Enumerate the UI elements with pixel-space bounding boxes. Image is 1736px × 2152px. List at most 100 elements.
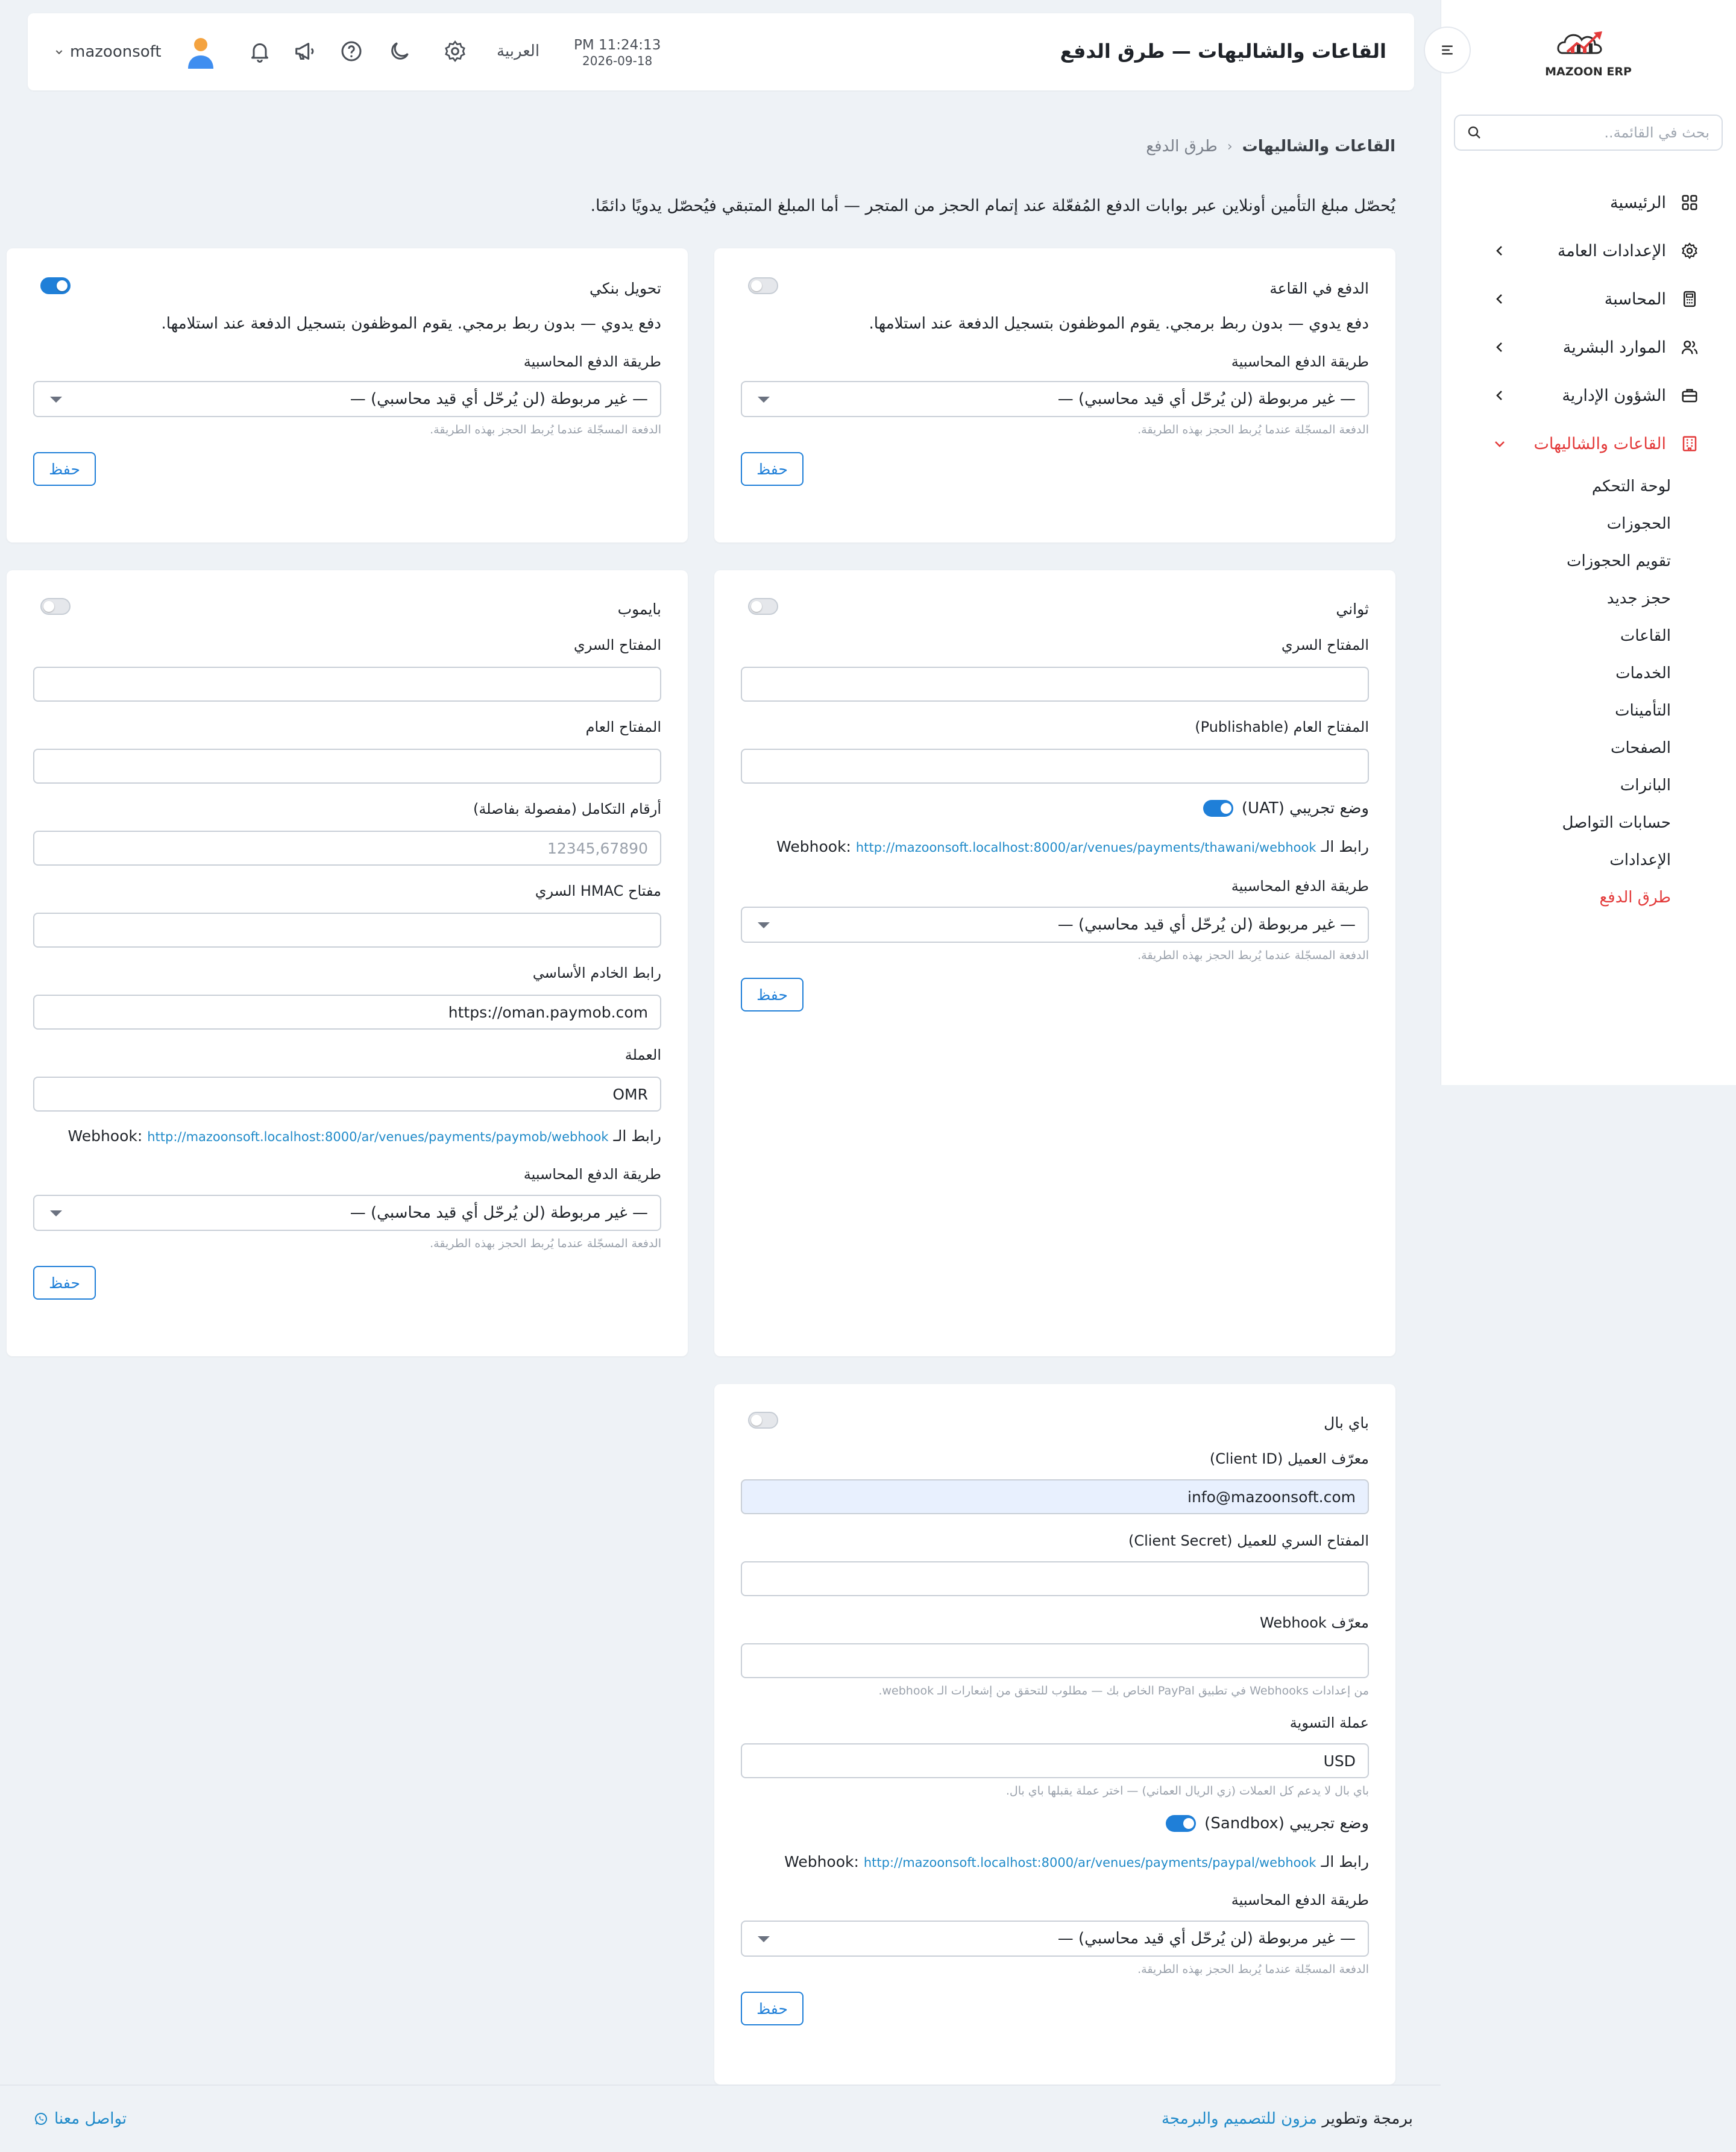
account-method-help: الدفعة المسجّلة عندما يُربط الحجز بهذه ا… <box>1137 1963 1369 1976</box>
sidebar-item-home[interactable]: الرئيسية <box>1441 178 1736 227</box>
test-mode-switch[interactable]: وضع تجريبي (UAT) <box>1203 799 1369 817</box>
user-menu[interactable]: mazoonsoft <box>54 35 217 69</box>
currency-input[interactable]: USD <box>741 1743 1369 1778</box>
account-method-help: الدفعة المسجّلة عندما يُربط الحجز بهذه ا… <box>1137 423 1369 436</box>
test-mode-switch[interactable]: وضع تجريبي (Sandbox) <box>1166 1814 1369 1833</box>
account-method-select[interactable]: — غير مربوطة (لن يُرحّل أي قيد محاسبي) — <box>741 1921 1369 1957</box>
settings-icon[interactable] <box>441 37 469 65</box>
integration-ids-label: أرقام التكامل (مفصولة بفاصلة) <box>473 801 661 817</box>
sidebar-item-label: الرئيسية <box>1610 193 1666 212</box>
breadcrumb: القاعات والشاليهات ‹ طرق الدفع <box>1146 137 1395 156</box>
sidebar-toggle-button[interactable] <box>1424 27 1471 74</box>
intro-text: يُحصّل مبلغ التأمين أونلاين عبر بوابات ا… <box>590 197 1395 215</box>
client-id-input[interactable]: info@mazoonsoft.com <box>741 1479 1369 1514</box>
breadcrumb-parent[interactable]: القاعات والشاليهات <box>1242 137 1395 156</box>
save-button[interactable]: حفظ <box>741 978 804 1012</box>
webhook-url[interactable]: http://mazoonsoft.localhost:8000/ar/venu… <box>856 840 1316 855</box>
enable-toggle[interactable] <box>40 598 71 615</box>
card-description: دفع يدوي — بدون ربط برمجي. يقوم الموظفون… <box>869 315 1369 333</box>
sidebar-menu: الرئيسية الإعدادات العامة المحاسبة الموا… <box>1441 178 1736 916</box>
submenu-item-calendar[interactable]: تقويم الحجوزات <box>1441 543 1671 580</box>
enable-toggle[interactable] <box>748 598 778 615</box>
calculator-icon <box>1679 289 1700 309</box>
save-button[interactable]: حفظ <box>741 1992 804 2025</box>
account-method-select[interactable]: — غير مربوطة (لن يُرحّل أي قيد محاسبي) — <box>33 1195 661 1231</box>
enable-toggle[interactable] <box>748 1412 778 1429</box>
venues-submenu: لوحة التحكم الحجوزات تقويم الحجوزات حجز … <box>1441 468 1736 916</box>
sidebar-item-admin[interactable]: الشؤون الإدارية <box>1441 371 1736 420</box>
submenu-item-settings[interactable]: الإعدادات <box>1441 842 1671 879</box>
help-icon[interactable] <box>338 37 365 65</box>
brand-logo[interactable]: MAZOON ERP <box>1537 27 1640 84</box>
enable-toggle[interactable] <box>40 277 71 294</box>
sidebar-item-label: الإعدادات العامة <box>1557 241 1666 260</box>
base-url-input[interactable]: https://oman.paymob.com <box>33 995 661 1030</box>
submenu-item-dashboard[interactable]: لوحة التحكم <box>1441 468 1671 505</box>
submenu-item-bookings[interactable]: الحجوزات <box>1441 505 1671 543</box>
account-method-label: طريقة الدفع المحاسبية <box>523 353 661 370</box>
submenu-item-payment-methods[interactable]: طرق الدفع <box>1441 879 1671 916</box>
language-switcher[interactable]: العربية <box>497 42 539 60</box>
sidebar-search[interactable] <box>1454 115 1723 151</box>
building-icon <box>1679 433 1700 454</box>
caret-down-icon <box>50 1210 62 1216</box>
test-mode-label: وضع تجريبي (UAT) <box>1241 799 1369 817</box>
secret-key-label: المفتاح السري <box>573 637 661 653</box>
card-title: الدفع في القاعة <box>1269 280 1369 297</box>
moon-icon[interactable] <box>386 37 414 65</box>
secret-key-input[interactable] <box>33 667 661 702</box>
client-secret-input[interactable] <box>741 1561 1369 1596</box>
webhook-line: رابط الـ Webhook: http://mazoonsoft.loca… <box>68 1127 661 1145</box>
card-thawani: ثواني المفتاح السري المفتاح العام (Publi… <box>714 570 1395 1356</box>
chevron-down-icon <box>1495 441 1505 447</box>
account-method-select[interactable]: — غير مربوطة (لن يُرحّل أي قيد محاسبي) — <box>741 381 1369 417</box>
avatar <box>187 38 213 69</box>
save-button[interactable]: حفظ <box>33 1266 96 1300</box>
submenu-item-banners[interactable]: البانرات <box>1441 767 1671 804</box>
webhook-url[interactable]: http://mazoonsoft.localhost:8000/ar/venu… <box>864 1855 1316 1870</box>
submenu-item-deposits[interactable]: التأمينات <box>1441 692 1671 729</box>
users-icon <box>1679 337 1700 357</box>
chevron-left-icon <box>1496 294 1502 304</box>
submenu-item-services[interactable]: الخدمات <box>1441 655 1671 692</box>
webhook-id-label: معرّف Webhook <box>1260 1614 1369 1631</box>
whatsapp-icon <box>35 2113 47 2125</box>
account-method-select[interactable]: — غير مربوطة (لن يُرحّل أي قيد محاسبي) — <box>741 907 1369 943</box>
test-mode-toggle[interactable] <box>1166 1815 1197 1832</box>
submenu-item-halls[interactable]: القاعات <box>1441 617 1671 655</box>
sidebar-item-accounting[interactable]: المحاسبة <box>1441 275 1736 323</box>
webhook-url[interactable]: http://mazoonsoft.localhost:8000/ar/venu… <box>147 1130 608 1144</box>
currency-input[interactable]: OMR <box>33 1077 661 1112</box>
footer-company-link[interactable]: مزون للتصميم والبرمجة <box>1162 2110 1317 2128</box>
public-key-input[interactable] <box>741 749 1369 784</box>
caret-down-icon <box>758 397 770 403</box>
submenu-item-new-booking[interactable]: حجز جديد <box>1441 580 1671 617</box>
save-button[interactable]: حفظ <box>741 452 804 486</box>
submenu-item-pages[interactable]: الصفحات <box>1441 729 1671 767</box>
briefcase-icon <box>1679 385 1700 406</box>
card-description: دفع يدوي — بدون ربط برمجي. يقوم الموظفون… <box>161 315 661 333</box>
client-id-label: معرّف العميل (Client ID) <box>1209 1450 1369 1467</box>
public-key-input[interactable] <box>33 749 661 784</box>
account-method-select[interactable]: — غير مربوطة (لن يُرحّل أي قيد محاسبي) — <box>33 381 661 417</box>
submenu-item-social[interactable]: حسابات التواصل <box>1441 804 1671 842</box>
webhook-id-input[interactable] <box>741 1643 1369 1678</box>
save-button[interactable]: حفظ <box>33 452 96 486</box>
megaphone-icon[interactable] <box>291 37 318 65</box>
sidebar-search-input[interactable] <box>1482 124 1709 141</box>
contact-label: تواصل معنا <box>54 2110 127 2128</box>
chevron-down-icon <box>55 50 63 55</box>
gear-icon <box>1679 241 1700 261</box>
secret-key-input[interactable] <box>741 667 1369 702</box>
breadcrumb-current: طرق الدفع <box>1146 137 1218 156</box>
bell-icon[interactable] <box>246 37 274 65</box>
hmac-input[interactable] <box>33 913 661 948</box>
enable-toggle[interactable] <box>748 277 778 294</box>
integration-ids-input[interactable]: 12345,67890 <box>33 831 661 866</box>
sidebar-item-general-settings[interactable]: الإعدادات العامة <box>1441 227 1736 275</box>
contact-link[interactable]: تواصل معنا <box>34 2110 127 2128</box>
account-method-help: الدفعة المسجّلة عندما يُربط الحجز بهذه ا… <box>1137 949 1369 962</box>
sidebar-item-venues[interactable]: القاعات والشاليهات <box>1441 420 1736 468</box>
sidebar-item-hr[interactable]: الموارد البشرية <box>1441 323 1736 371</box>
test-mode-toggle[interactable] <box>1203 800 1233 817</box>
